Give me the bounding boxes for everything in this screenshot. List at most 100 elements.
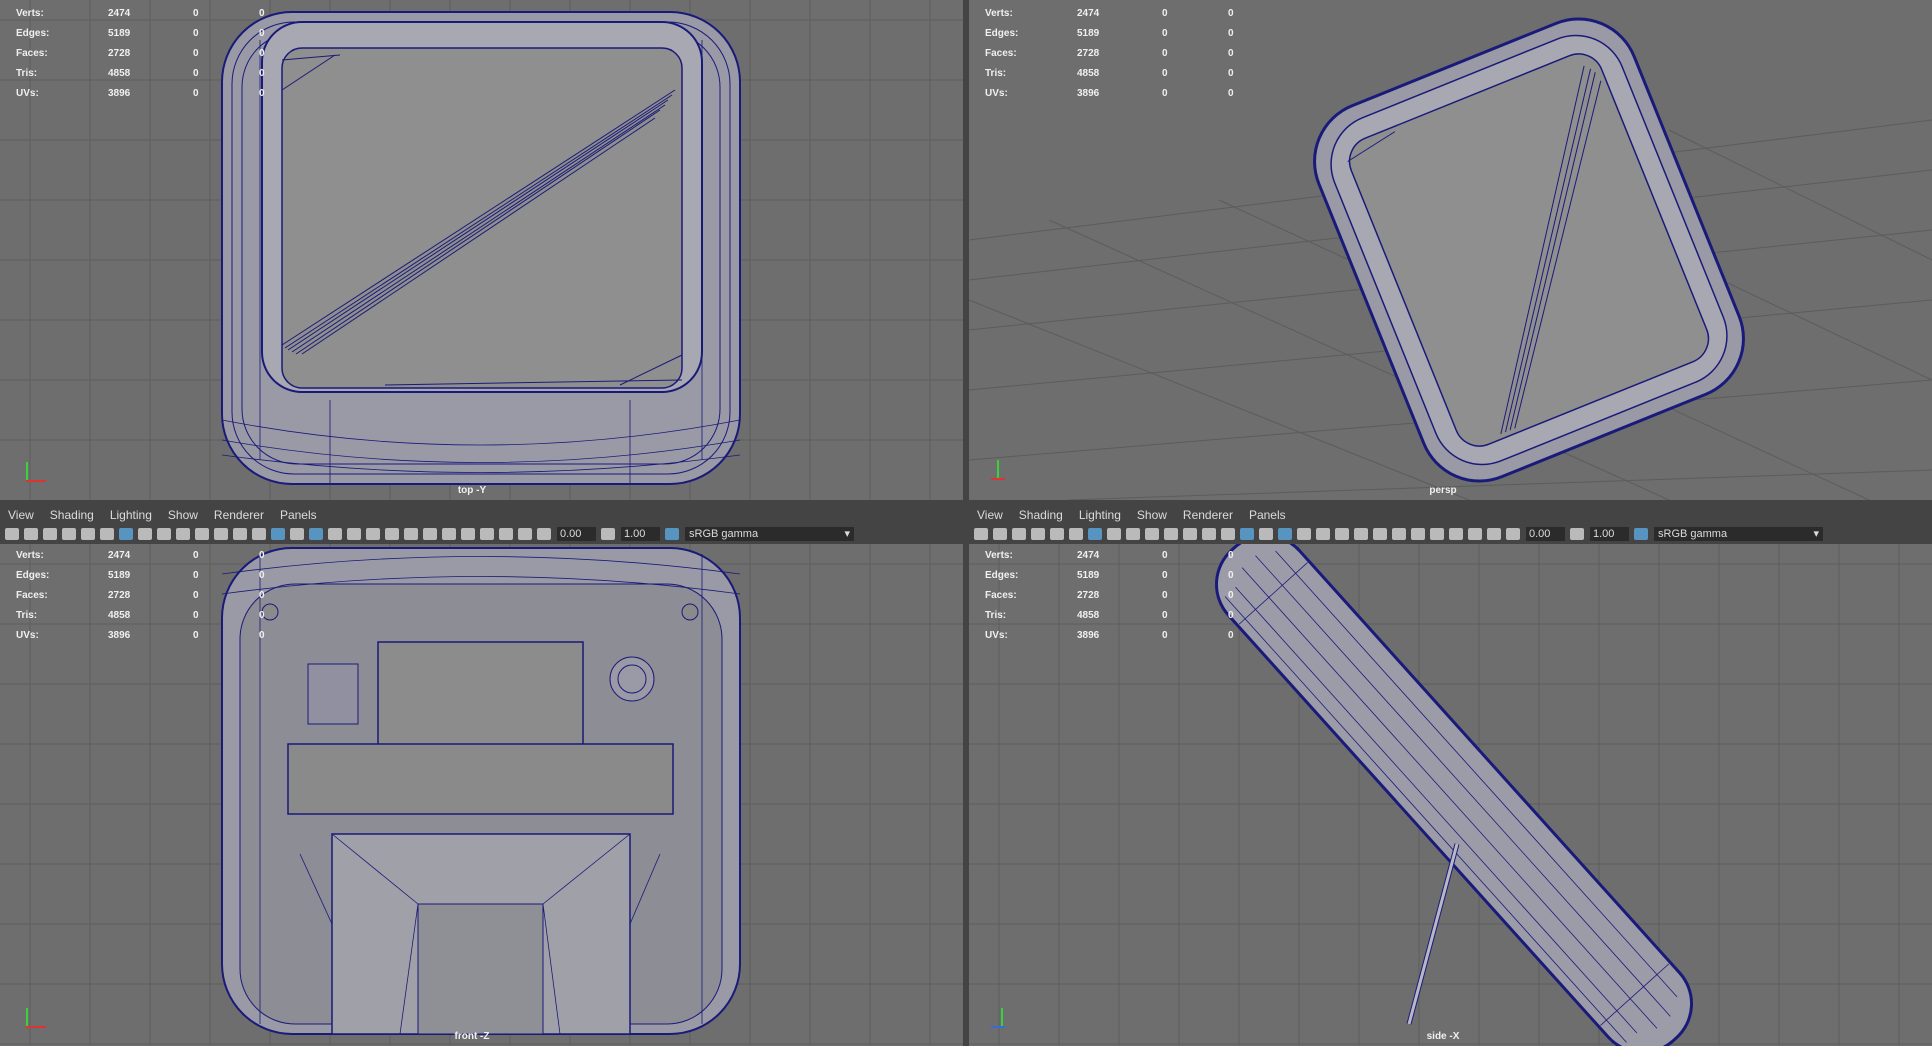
camera-select-icon[interactable] bbox=[974, 528, 988, 540]
textured-icon[interactable] bbox=[1297, 528, 1311, 540]
default-material-icon[interactable] bbox=[1259, 528, 1273, 540]
hud-label: Faces: bbox=[985, 590, 1017, 601]
menu-renderer[interactable]: Renderer bbox=[1183, 508, 1233, 522]
anti-aliasing-icon[interactable] bbox=[423, 528, 437, 540]
ambient-occlusion-icon[interactable] bbox=[385, 528, 399, 540]
hud-row-uvs: UVs: 3896 0 0 bbox=[16, 84, 265, 104]
color-space-select[interactable]: sRGB gamma bbox=[685, 527, 854, 541]
color-space-select[interactable]: sRGB gamma bbox=[1654, 527, 1823, 541]
hud-row-tris: Tris: 4858 0 0 bbox=[985, 64, 1234, 84]
hud-value: 0 bbox=[259, 88, 265, 99]
safe-action-icon[interactable] bbox=[1183, 528, 1197, 540]
wireframe-icon[interactable] bbox=[1221, 528, 1235, 540]
menu-shading[interactable]: Shading bbox=[50, 508, 94, 522]
default-material-icon[interactable] bbox=[290, 528, 304, 540]
image-plane-icon[interactable] bbox=[62, 528, 76, 540]
menu-lighting[interactable]: Lighting bbox=[1079, 508, 1121, 522]
grease-pencil-icon[interactable] bbox=[100, 528, 114, 540]
hud-value: 4858 bbox=[108, 68, 131, 79]
color-management-icon[interactable] bbox=[665, 528, 679, 540]
gate-mask-icon[interactable] bbox=[1145, 528, 1159, 540]
bookmark-icon[interactable] bbox=[43, 528, 57, 540]
two-d-pan-icon[interactable] bbox=[1050, 528, 1064, 540]
hud-value: 0 bbox=[193, 88, 199, 99]
textured-icon[interactable] bbox=[328, 528, 342, 540]
hud-label: Tris: bbox=[985, 610, 1007, 621]
field-chart-icon[interactable] bbox=[195, 528, 209, 540]
image-plane-icon[interactable] bbox=[1031, 528, 1045, 540]
exposure-icon[interactable] bbox=[537, 528, 551, 540]
two-d-pan-icon[interactable] bbox=[81, 528, 95, 540]
grease-pencil-icon[interactable] bbox=[1069, 528, 1083, 540]
xray-icon[interactable] bbox=[1449, 528, 1463, 540]
grid-toggle-icon[interactable] bbox=[119, 528, 133, 540]
hud-label: Edges: bbox=[16, 570, 50, 581]
hud-row-uvs: UVs: 3896 0 0 bbox=[985, 84, 1234, 104]
xray-components-icon[interactable] bbox=[518, 528, 532, 540]
safe-title-icon[interactable] bbox=[233, 528, 247, 540]
gamma-field[interactable]: 1.00 bbox=[1590, 527, 1629, 541]
smooth-shade-icon[interactable] bbox=[271, 528, 285, 540]
safe-title-icon[interactable] bbox=[1202, 528, 1216, 540]
hud-value: 4858 bbox=[108, 610, 131, 621]
menu-view[interactable]: View bbox=[8, 508, 34, 522]
exposure-icon[interactable] bbox=[1506, 528, 1520, 540]
menu-lighting[interactable]: Lighting bbox=[110, 508, 152, 522]
hud-row-faces: Faces: 2728 0 0 bbox=[985, 586, 1234, 606]
bookmark-icon[interactable] bbox=[1012, 528, 1026, 540]
xray-joints-icon[interactable] bbox=[1468, 528, 1482, 540]
menu-panels[interactable]: Panels bbox=[1249, 508, 1286, 522]
menu-panels[interactable]: Panels bbox=[280, 508, 317, 522]
viewport-front[interactable]: View Shading Lighting Show Renderer Pane… bbox=[0, 506, 963, 1046]
wireframe-on-shaded-icon[interactable] bbox=[309, 528, 323, 540]
isolate-select-icon[interactable] bbox=[461, 528, 475, 540]
shadows-icon[interactable] bbox=[366, 528, 380, 540]
film-gate-icon[interactable] bbox=[138, 528, 152, 540]
xray-icon[interactable] bbox=[480, 528, 494, 540]
menu-shading[interactable]: Shading bbox=[1019, 508, 1063, 522]
hud-label: Edges: bbox=[985, 28, 1019, 39]
smooth-shade-icon[interactable] bbox=[1240, 528, 1254, 540]
viewport-persp[interactable]: Verts: 2474 0 0 Edges: 5189 0 0 Faces: 2728 0 0 T… bbox=[969, 0, 1932, 500]
resolution-gate-icon[interactable] bbox=[157, 528, 171, 540]
camera-attributes-icon[interactable] bbox=[24, 528, 38, 540]
menu-renderer[interactable]: Renderer bbox=[214, 508, 264, 522]
wireframe-on-shaded-icon[interactable] bbox=[1278, 528, 1292, 540]
anti-aliasing-icon[interactable] bbox=[1392, 528, 1406, 540]
lights-icon[interactable] bbox=[347, 528, 361, 540]
gamma-icon[interactable] bbox=[601, 528, 615, 540]
camera-attributes-icon[interactable] bbox=[993, 528, 1007, 540]
shadows-icon[interactable] bbox=[1335, 528, 1349, 540]
grid-toggle-icon[interactable] bbox=[1088, 528, 1102, 540]
menu-show[interactable]: Show bbox=[168, 508, 198, 522]
motion-blur-icon[interactable] bbox=[1373, 528, 1387, 540]
viewport-top[interactable]: Verts: 2474 0 0 Edges: 5189 0 0 Faces: 2728 0 0 T… bbox=[0, 0, 963, 500]
color-management-icon[interactable] bbox=[1634, 528, 1648, 540]
hud-value: 0 bbox=[259, 630, 265, 641]
resolution-gate-icon[interactable] bbox=[1126, 528, 1140, 540]
menu-show[interactable]: Show bbox=[1137, 508, 1167, 522]
gate-mask-icon[interactable] bbox=[176, 528, 190, 540]
lights-icon[interactable] bbox=[1316, 528, 1330, 540]
depth-of-field-icon[interactable] bbox=[442, 528, 456, 540]
isolate-select-icon[interactable] bbox=[1430, 528, 1444, 540]
viewport-side[interactable]: View Shading Lighting Show Renderer Pane… bbox=[969, 506, 1932, 1046]
motion-blur-icon[interactable] bbox=[404, 528, 418, 540]
xray-components-icon[interactable] bbox=[1487, 528, 1501, 540]
hud-value: 0 bbox=[1228, 550, 1234, 561]
safe-action-icon[interactable] bbox=[214, 528, 228, 540]
exposure-field[interactable]: 0.00 bbox=[1526, 527, 1565, 541]
hud-label: UVs: bbox=[985, 630, 1008, 641]
depth-of-field-icon[interactable] bbox=[1411, 528, 1425, 540]
wireframe-icon[interactable] bbox=[252, 528, 266, 540]
field-chart-icon[interactable] bbox=[1164, 528, 1178, 540]
exposure-field[interactable]: 0.00 bbox=[557, 527, 596, 541]
xray-joints-icon[interactable] bbox=[499, 528, 513, 540]
menu-view[interactable]: View bbox=[977, 508, 1003, 522]
ambient-occlusion-icon[interactable] bbox=[1354, 528, 1368, 540]
gamma-field[interactable]: 1.00 bbox=[621, 527, 660, 541]
camera-select-icon[interactable] bbox=[5, 528, 19, 540]
gamma-icon[interactable] bbox=[1570, 528, 1584, 540]
hud-value: 0 bbox=[193, 550, 199, 561]
film-gate-icon[interactable] bbox=[1107, 528, 1121, 540]
